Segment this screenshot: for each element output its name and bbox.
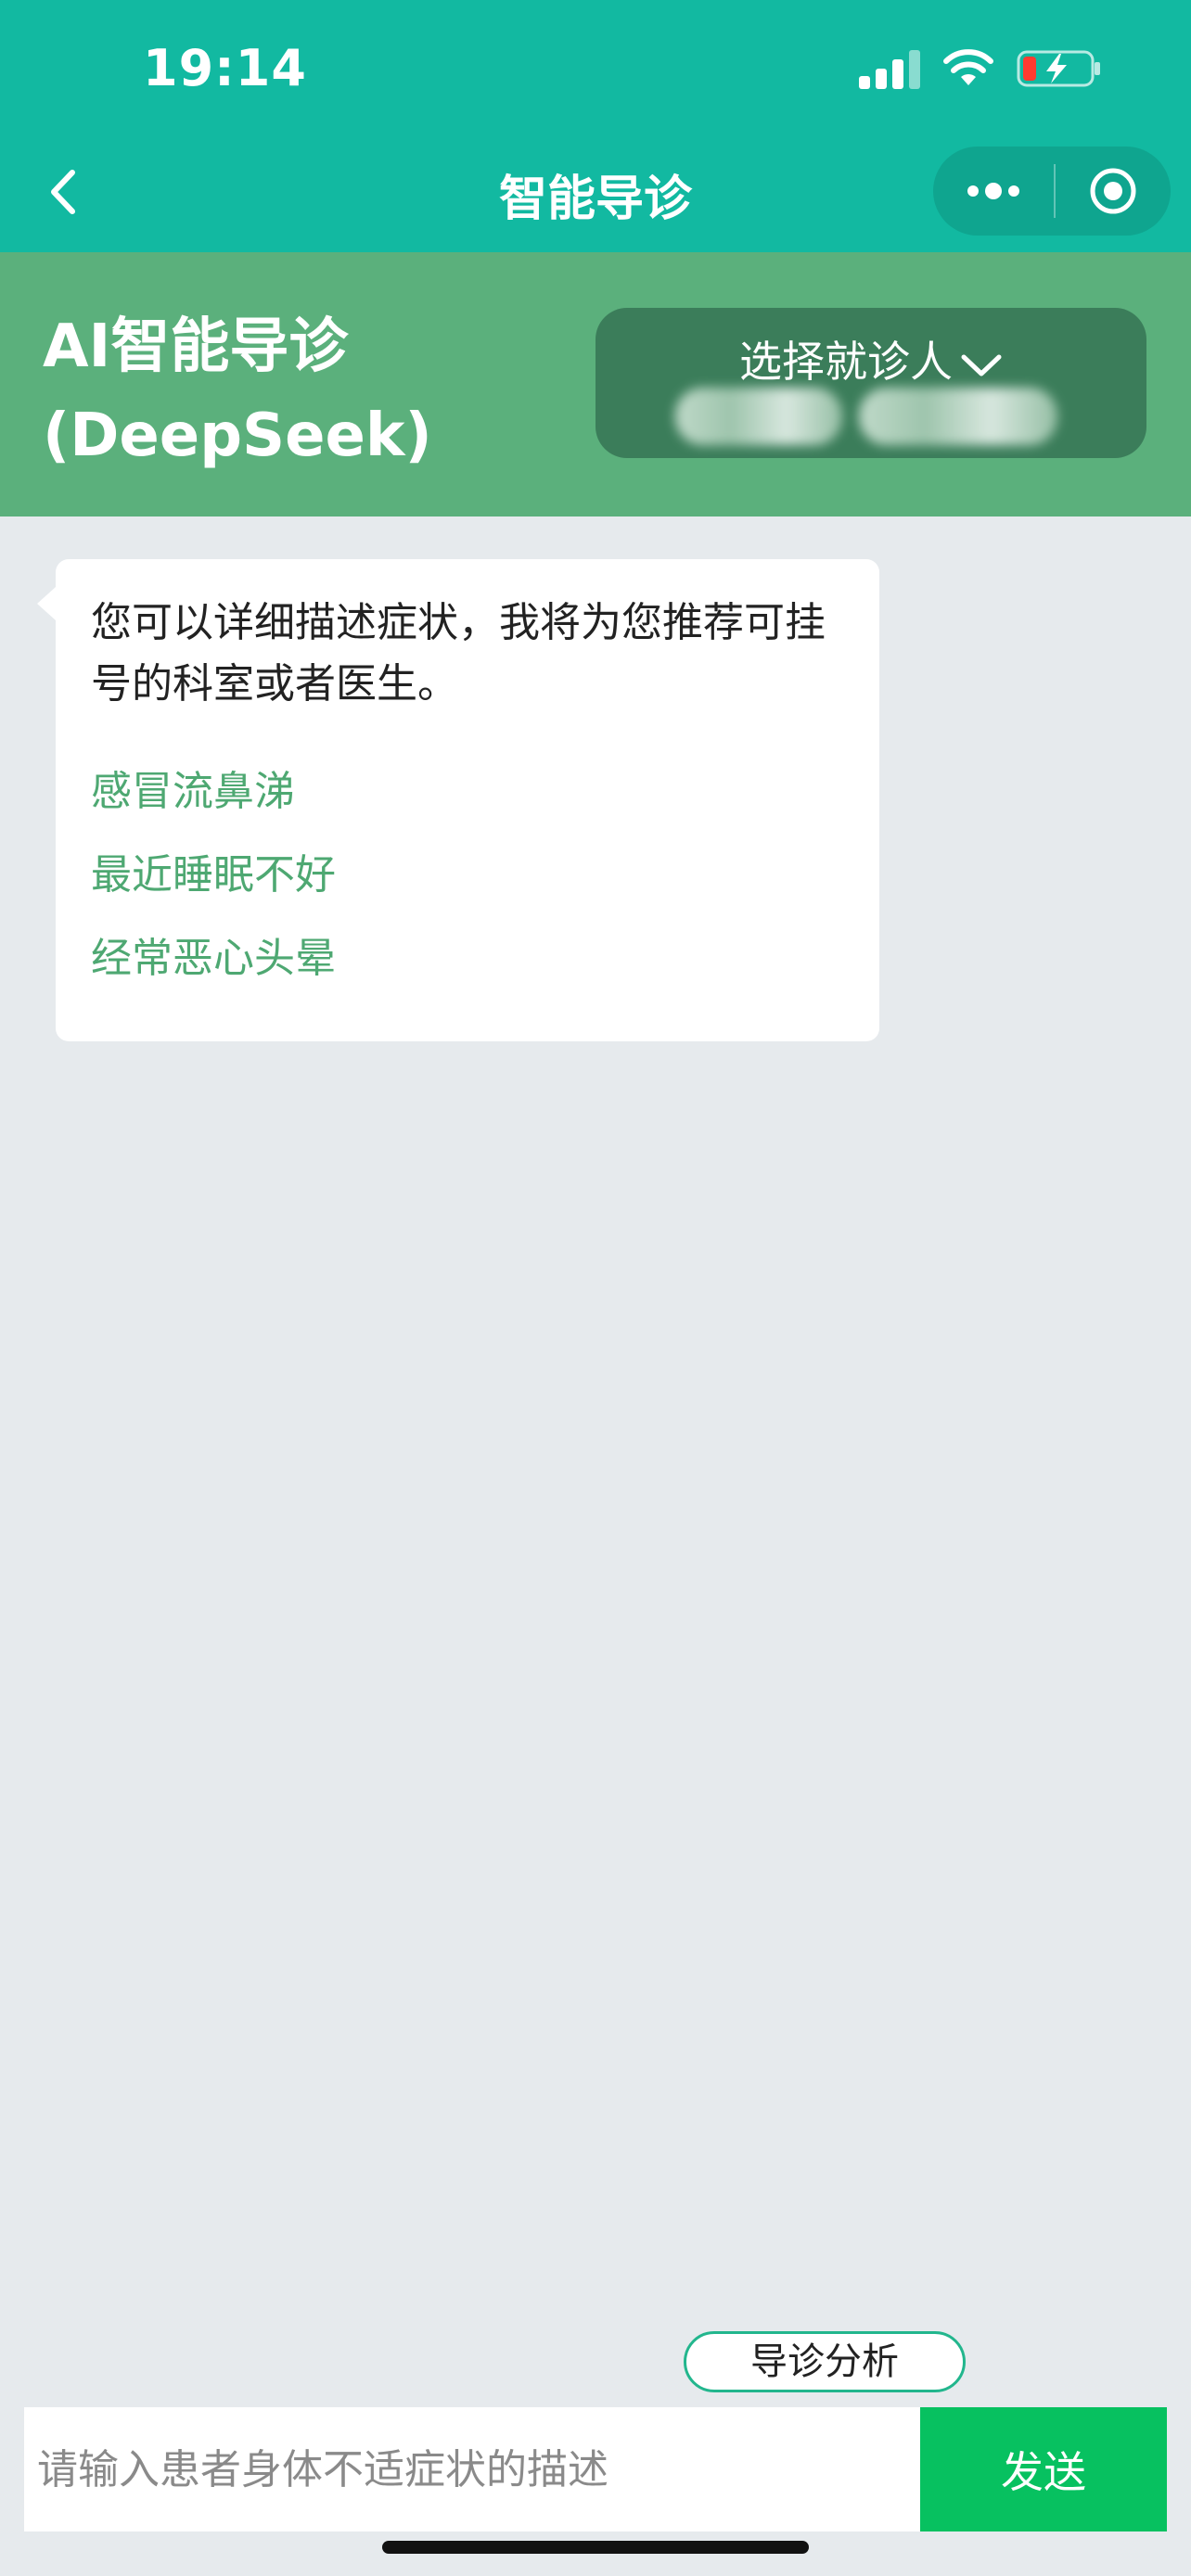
suggestion-item[interactable]: 感冒流鼻涕 bbox=[91, 758, 295, 817]
hero-title-line1: AI智能导诊 bbox=[43, 312, 349, 381]
hero-title: AI智能导诊 (DeepSeek) bbox=[43, 302, 432, 480]
more-icon[interactable] bbox=[933, 147, 1054, 236]
patient-select-label: 选择就诊人 bbox=[739, 337, 953, 387]
suggestion-item[interactable]: 经常恶心头晕 bbox=[91, 925, 336, 984]
home-indicator bbox=[382, 2541, 809, 2554]
patient-id-redacted bbox=[859, 388, 1057, 445]
assistant-message-bubble: 您可以详细描述症状，我将为您推荐可挂号的科室或者医生。 感冒流鼻涕 最近睡眠不好… bbox=[37, 559, 879, 1041]
close-miniprogram-icon[interactable] bbox=[1056, 147, 1171, 236]
miniprogram-capsule bbox=[933, 147, 1171, 236]
input-row: 发送 bbox=[24, 2407, 1167, 2531]
status-icons bbox=[859, 48, 1102, 89]
cellular-signal-icon bbox=[859, 48, 920, 89]
assistant-message-text: 您可以详细描述症状，我将为您推荐可挂号的科室或者医生。 bbox=[91, 599, 826, 708]
suggestion-item[interactable]: 最近睡眠不好 bbox=[91, 841, 336, 900]
chevron-down-icon bbox=[961, 354, 1002, 376]
patient-select: 选择就诊人 bbox=[596, 328, 1146, 389]
top-bar: 19:14 智能导诊 bbox=[0, 0, 1191, 252]
hero-banner: AI智能导诊 (DeepSeek) 选择就诊人 bbox=[0, 252, 1191, 516]
patient-name-redacted bbox=[675, 388, 842, 445]
battery-charging-icon bbox=[1017, 50, 1100, 87]
send-button[interactable]: 发送 bbox=[920, 2407, 1167, 2531]
hero-title-line2: (DeepSeek) bbox=[43, 402, 432, 470]
patient-select-button[interactable]: 选择就诊人 bbox=[596, 308, 1146, 458]
wifi-icon bbox=[943, 49, 993, 85]
symptom-input[interactable] bbox=[24, 2407, 920, 2531]
analysis-button[interactable]: 导诊分析 bbox=[684, 2331, 966, 2392]
status-time: 19:14 bbox=[143, 39, 307, 97]
